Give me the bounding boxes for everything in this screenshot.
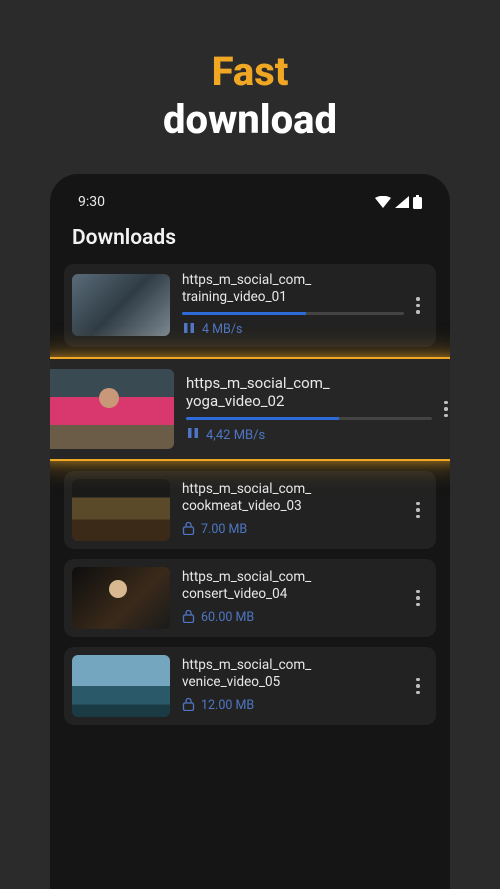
more-button[interactable] (408, 496, 428, 525)
thumbnail (72, 655, 170, 717)
item-content: https_m_social_com_cookmeat_video_03 7.00… (170, 481, 408, 539)
pause-icon[interactable] (182, 321, 196, 339)
item-content: https_m_social_com_training_video_01 4 MB… (170, 272, 408, 339)
size-row: 12.00 MB (182, 697, 404, 715)
phone-frame: 9:30 Downloads https_m_social_com_traini… (50, 174, 450, 889)
file-name: https_m_social_com_cookmeat_video_03 (182, 481, 404, 515)
status-bar: 9:30 (64, 188, 436, 220)
size-value: 7.00 MB (201, 522, 247, 537)
thumbnail (72, 567, 170, 629)
progress-bar (182, 312, 404, 315)
item-content: https_m_social_com_consert_video_04 60.00… (170, 569, 408, 627)
pause-icon[interactable] (186, 426, 200, 444)
thumbnail (50, 369, 174, 449)
size-row: 7.00 MB (182, 521, 404, 539)
lock-icon (182, 521, 195, 539)
thumbnail (72, 479, 170, 541)
item-content: https_m_social_com_venice_video_05 12.00 … (170, 657, 408, 715)
cellular-icon (395, 196, 409, 208)
more-button[interactable] (408, 672, 428, 701)
hero-title-accent: Fast (0, 48, 500, 96)
more-button[interactable] (436, 395, 450, 424)
wifi-icon (375, 196, 391, 208)
download-item[interactable]: https_m_social_com_venice_video_05 12.00 … (64, 647, 436, 725)
download-item[interactable]: https_m_social_com_cookmeat_video_03 7.00… (64, 471, 436, 549)
size-value: 12.00 MB (201, 698, 254, 713)
page-title: Downloads (64, 220, 436, 264)
status-time: 9:30 (78, 194, 105, 210)
hero-title: Fast download (0, 0, 500, 174)
lock-icon (182, 697, 195, 715)
hero-title-sub: download (0, 96, 500, 144)
size-row: 60.00 MB (182, 609, 404, 627)
download-item[interactable]: https_m_social_com_training_video_01 4 MB… (64, 264, 436, 347)
status-icons (375, 195, 422, 209)
file-name: https_m_social_com_yoga_video_02 (186, 374, 432, 412)
more-button[interactable] (408, 291, 428, 320)
file-name: https_m_social_com_consert_video_04 (182, 569, 404, 603)
battery-icon (413, 195, 422, 209)
downloads-list: https_m_social_com_training_video_01 4 MB… (64, 264, 436, 725)
speed-row: 4 MB/s (182, 321, 404, 339)
speed-value: 4 MB/s (202, 322, 242, 337)
lock-icon (182, 609, 195, 627)
thumbnail (72, 274, 170, 336)
download-item[interactable]: https_m_social_com_yoga_video_02 4,42 MB/… (50, 357, 450, 461)
size-value: 60.00 MB (201, 610, 254, 625)
item-content: https_m_social_com_yoga_video_02 4,42 MB/… (174, 374, 436, 445)
speed-row: 4,42 MB/s (186, 426, 432, 444)
speed-value: 4,42 MB/s (206, 428, 265, 443)
progress-bar (186, 417, 432, 420)
highlight-wrap: https_m_social_com_yoga_video_02 4,42 MB/… (50, 357, 450, 461)
file-name: https_m_social_com_venice_video_05 (182, 657, 404, 691)
download-item[interactable]: https_m_social_com_consert_video_04 60.00… (64, 559, 436, 637)
file-name: https_m_social_com_training_video_01 (182, 272, 404, 306)
more-button[interactable] (408, 584, 428, 613)
